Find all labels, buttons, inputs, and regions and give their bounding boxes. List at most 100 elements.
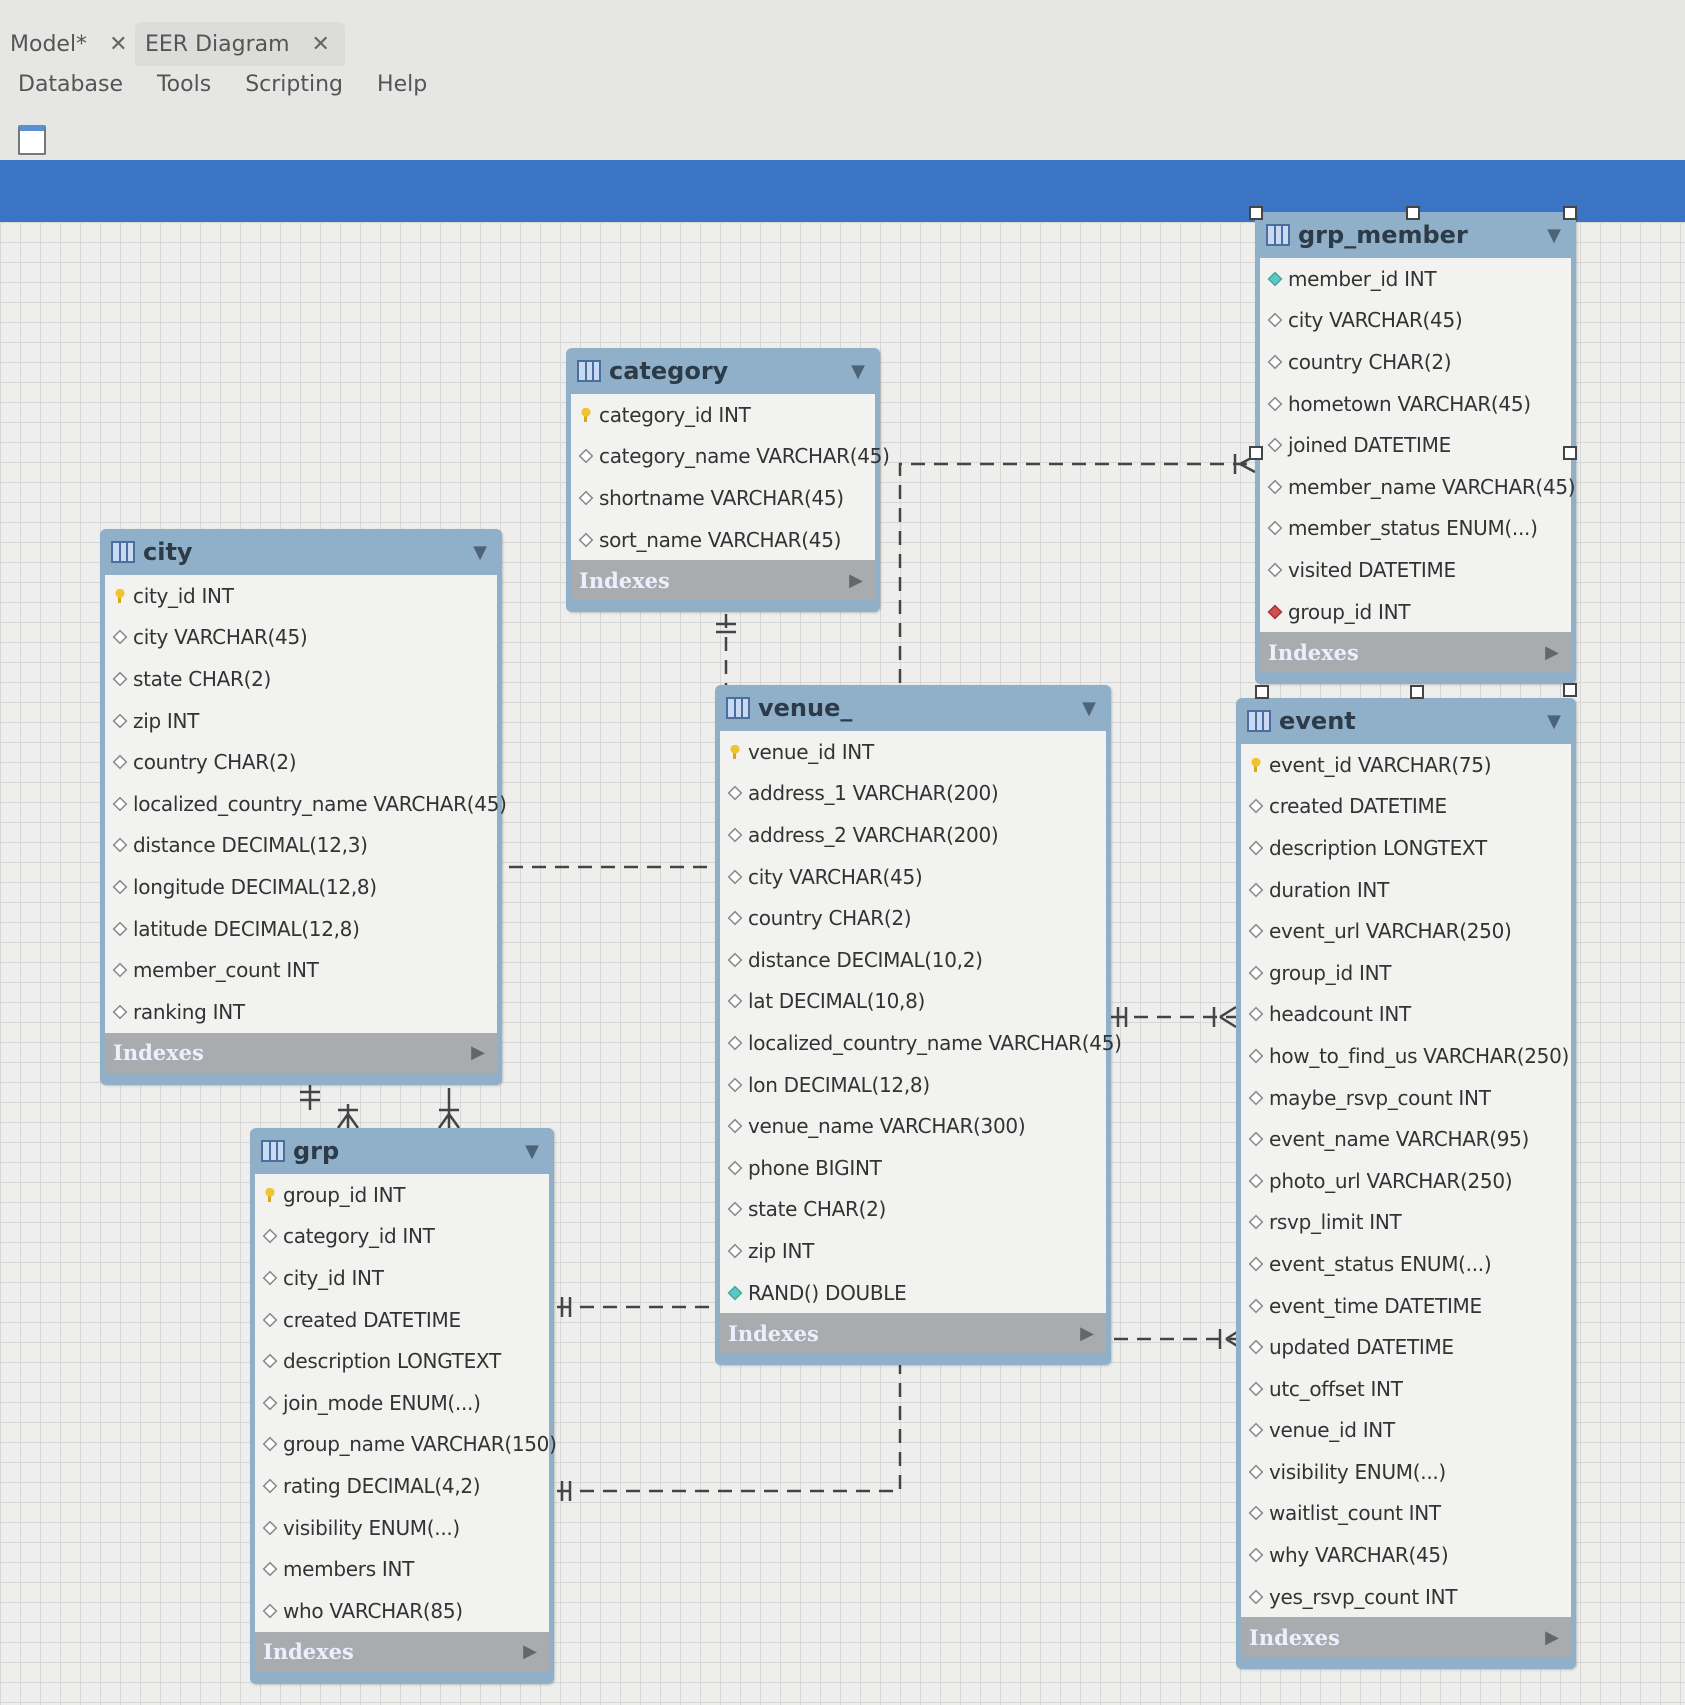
column-row[interactable]: group_name VARCHAR(150)	[255, 1424, 557, 1466]
column-row[interactable]: member_status ENUM(...)	[1260, 508, 1571, 550]
column-row[interactable]: venue_id INT	[720, 731, 1106, 773]
column-row[interactable]: longitude DECIMAL(12,8)	[105, 866, 497, 908]
table-grp[interactable]: grp ▼ group_id INT category_id INT city_id I…	[250, 1128, 557, 1684]
column-row[interactable]: member_id INT	[1260, 258, 1571, 300]
column-row[interactable]: distance DECIMAL(12,3)	[105, 825, 497, 867]
table-event[interactable]: event ▼ event_id VARCHAR(75) created DATETI…	[1236, 698, 1576, 1670]
column-row[interactable]: event_time DATETIME	[1241, 1285, 1571, 1327]
collapse-arrow-icon[interactable]: ▼	[1082, 698, 1096, 719]
indexes-section[interactable]: Indexes ▶	[1260, 632, 1571, 673]
indexes-section[interactable]: Indexes ▶	[105, 1032, 497, 1073]
column-row[interactable]: hometown VARCHAR(45)	[1260, 383, 1571, 425]
column-row[interactable]: country CHAR(2)	[105, 741, 497, 783]
tab-eer-diagram[interactable]: EER Diagram ✕	[135, 22, 345, 66]
column-row[interactable]: event_name VARCHAR(95)	[1241, 1118, 1571, 1160]
column-row[interactable]: description LONGTEXT	[1241, 827, 1571, 869]
column-row[interactable]: how_to_find_us VARCHAR(250)	[1241, 1035, 1571, 1077]
table-category[interactable]: category ▼ category_id INT category_name VA…	[566, 348, 890, 613]
column-row[interactable]: address_1 VARCHAR(200)	[720, 773, 1106, 815]
column-row[interactable]: rating DECIMAL(4,2)	[255, 1465, 549, 1507]
column-row[interactable]: yes_rsvp_count INT	[1241, 1576, 1571, 1618]
column-row[interactable]: visibility ENUM(...)	[1241, 1451, 1571, 1493]
resize-handle[interactable]	[1255, 685, 1269, 699]
resize-handle[interactable]	[1563, 683, 1577, 697]
column-row[interactable]: maybe_rsvp_count INT	[1241, 1077, 1571, 1119]
column-row[interactable]: venue_name VARCHAR(300)	[720, 1105, 1106, 1147]
column-row[interactable]: group_id INT	[1241, 952, 1571, 994]
column-row[interactable]: join_mode ENUM(...)	[255, 1382, 549, 1424]
resize-handle[interactable]	[1563, 206, 1577, 220]
column-row[interactable]: ranking INT	[105, 991, 497, 1033]
indexes-section[interactable]: Indexes ▶	[1241, 1617, 1571, 1658]
menu-database[interactable]: Database	[18, 72, 123, 97]
column-row[interactable]: rsvp_limit INT	[1241, 1202, 1571, 1244]
expand-arrow-icon[interactable]: ▶	[523, 1641, 537, 1662]
menu-scripting[interactable]: Scripting	[245, 72, 343, 97]
column-row[interactable]: city VARCHAR(45)	[1260, 300, 1571, 342]
column-row[interactable]: city_id INT	[255, 1257, 549, 1299]
column-row[interactable]: who VARCHAR(85)	[255, 1590, 549, 1632]
table-city[interactable]: city ▼ city_id INT city VARCHAR(45) state CH…	[100, 529, 507, 1085]
collapse-arrow-icon[interactable]: ▼	[525, 1141, 539, 1162]
close-icon[interactable]: ✕	[109, 32, 127, 57]
column-row[interactable]: zip INT	[105, 700, 497, 742]
column-row[interactable]: venue_id INT	[1241, 1410, 1571, 1452]
collapse-arrow-icon[interactable]: ▼	[851, 361, 865, 382]
column-row[interactable]: photo_url VARCHAR(250)	[1241, 1160, 1571, 1202]
column-row[interactable]: city VARCHAR(45)	[105, 617, 497, 659]
column-row[interactable]: country CHAR(2)	[720, 897, 1106, 939]
column-row[interactable]: state CHAR(2)	[105, 658, 497, 700]
column-row[interactable]: zip INT	[720, 1230, 1106, 1272]
column-row[interactable]: city VARCHAR(45)	[720, 856, 1106, 898]
indexes-section[interactable]: Indexes ▶	[255, 1631, 549, 1672]
close-icon[interactable]: ✕	[312, 32, 330, 57]
tab-model[interactable]: Model* ✕	[0, 22, 138, 66]
column-row[interactable]: utc_offset INT	[1241, 1368, 1571, 1410]
table-venue[interactable]: venue_ ▼ venue_id INT address_1 VARCHAR(200…	[715, 685, 1122, 1366]
table-header[interactable]: city ▼	[105, 529, 497, 575]
column-row[interactable]: event_status ENUM(...)	[1241, 1243, 1571, 1285]
resize-handle[interactable]	[1249, 206, 1263, 220]
table-header[interactable]: venue_ ▼	[720, 685, 1106, 731]
collapse-arrow-icon[interactable]: ▼	[1547, 225, 1561, 246]
expand-arrow-icon[interactable]: ▶	[1545, 1627, 1559, 1648]
column-row[interactable]: description LONGTEXT	[255, 1340, 549, 1382]
indexes-section[interactable]: Indexes ▶	[571, 560, 875, 601]
column-row[interactable]: category_id INT	[571, 394, 875, 436]
expand-arrow-icon[interactable]: ▶	[1545, 642, 1559, 663]
column-row[interactable]: created DATETIME	[255, 1299, 549, 1341]
column-row[interactable]: updated DATETIME	[1241, 1326, 1571, 1368]
column-row[interactable]: category_name VARCHAR(45)	[571, 436, 890, 478]
column-row[interactable]: joined DATETIME	[1260, 424, 1571, 466]
column-row[interactable]: localized_country_name VARCHAR(45)	[720, 1022, 1122, 1064]
table-header[interactable]: grp ▼	[255, 1128, 549, 1174]
column-row[interactable]: category_id INT	[255, 1216, 549, 1258]
resize-handle[interactable]	[1410, 685, 1424, 699]
column-row[interactable]: latitude DECIMAL(12,8)	[105, 908, 497, 950]
resize-handle[interactable]	[1563, 446, 1577, 460]
column-row[interactable]: group_id INT	[255, 1174, 549, 1216]
indexes-section[interactable]: Indexes ▶	[720, 1313, 1106, 1354]
column-row[interactable]: member_count INT	[105, 949, 497, 991]
column-row[interactable]: city_id INT	[105, 575, 497, 617]
column-row[interactable]: state CHAR(2)	[720, 1189, 1106, 1231]
column-row[interactable]: RAND() DOUBLE	[720, 1272, 1106, 1314]
column-row[interactable]: phone BIGINT	[720, 1147, 1106, 1189]
menu-tools[interactable]: Tools	[157, 72, 211, 97]
column-row[interactable]: member_name VARCHAR(45)	[1260, 466, 1576, 508]
column-row[interactable]: lon DECIMAL(12,8)	[720, 1064, 1106, 1106]
column-row[interactable]: localized_country_name VARCHAR(45)	[105, 783, 507, 825]
menu-help[interactable]: Help	[377, 72, 427, 97]
column-row[interactable]: visited DATETIME	[1260, 549, 1571, 591]
expand-arrow-icon[interactable]: ▶	[471, 1042, 485, 1063]
column-row[interactable]: group_id INT	[1260, 591, 1571, 633]
resize-handle[interactable]	[1249, 446, 1263, 460]
resize-handle[interactable]	[1406, 206, 1420, 220]
column-row[interactable]: shortname VARCHAR(45)	[571, 477, 875, 519]
column-row[interactable]: waitlist_count INT	[1241, 1493, 1571, 1535]
table-header[interactable]: category ▼	[571, 348, 875, 394]
new-document-icon[interactable]	[18, 125, 46, 155]
column-row[interactable]: address_2 VARCHAR(200)	[720, 814, 1106, 856]
column-row[interactable]: lat DECIMAL(10,8)	[720, 981, 1106, 1023]
table-grp_member[interactable]: grp_member ▼ member_id INT city VARCHAR(45)…	[1255, 212, 1576, 685]
